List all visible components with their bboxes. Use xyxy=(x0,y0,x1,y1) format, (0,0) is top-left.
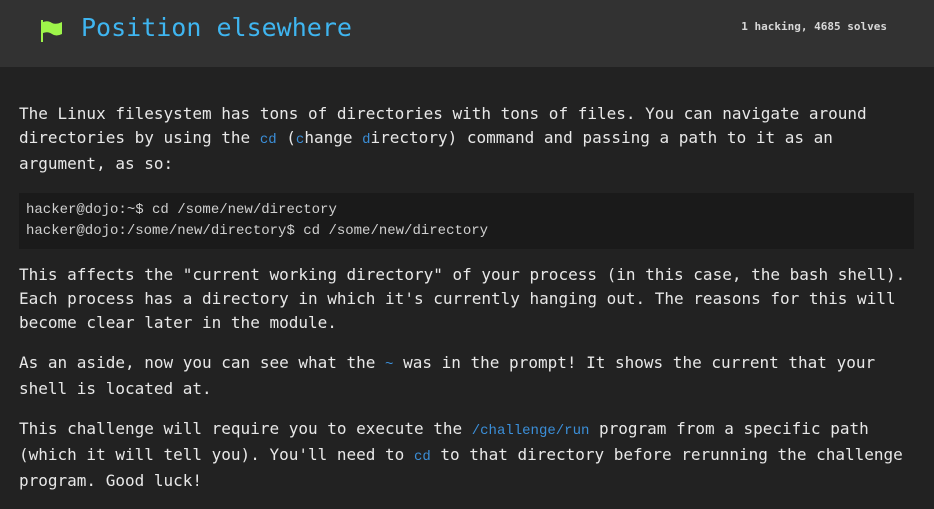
flag-icon xyxy=(41,20,62,42)
inline-code: d xyxy=(362,132,371,148)
solve-stats: 1 hacking, 4685 solves xyxy=(741,20,887,33)
paragraph-intro: The Linux filesystem has tons of directo… xyxy=(19,102,914,176)
inline-code: /challenge/run xyxy=(471,423,590,439)
challenge-header[interactable]: Position elsewhere 1 hacking, 4685 solve… xyxy=(0,0,934,67)
code-block: hacker@dojo:~$ cd /some/new/directory hac… xyxy=(19,193,914,249)
paragraph-instructions: This challenge will require you to execu… xyxy=(19,417,914,493)
paragraph-tilde: As an aside, now you can see what the ~ … xyxy=(19,351,914,401)
inline-code: cd xyxy=(259,132,277,148)
code-line: hacker@dojo:~$ cd /some/new/directory xyxy=(26,202,337,218)
text: This challenge will require you to execu… xyxy=(19,419,472,438)
code-line: hacker@dojo:/some/new/directory$ cd /som… xyxy=(26,223,489,239)
paragraph-cwd: This affects the "current working direct… xyxy=(19,265,906,332)
text: ( xyxy=(276,128,296,147)
challenge-description: The Linux filesystem has tons of directo… xyxy=(19,102,914,509)
challenge-title[interactable]: Position elsewhere xyxy=(81,13,352,42)
inline-code: cd xyxy=(413,449,431,465)
text: hange xyxy=(304,128,363,147)
text: As an aside, now you can see what the xyxy=(19,353,386,372)
